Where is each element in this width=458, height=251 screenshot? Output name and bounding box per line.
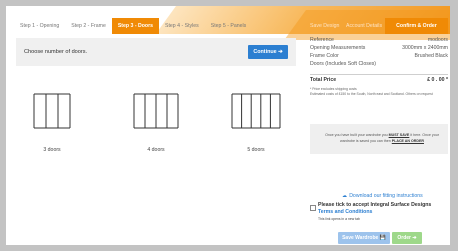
four-door-wardrobe-icon bbox=[133, 93, 179, 129]
summary-row-total-price: Total Price £ 0 . 00 * bbox=[310, 76, 448, 84]
summary-divider bbox=[310, 74, 448, 75]
order-button[interactable]: Order ➔ bbox=[392, 232, 422, 244]
must-save-emphasis: MUST SAVE bbox=[388, 133, 410, 137]
download-instructions-link[interactable]: ☁ Download our fitting instructions bbox=[342, 193, 423, 199]
shipping-estimate-note: Estimated costs of £150 to the South, No… bbox=[310, 92, 433, 96]
door-option-label: 5 doors bbox=[247, 147, 265, 153]
step-tab-doors[interactable]: Step 3 - Doors bbox=[111, 18, 160, 34]
door-option-4[interactable]: 4 doors bbox=[124, 92, 188, 164]
page-frame: Step 1 - Opening Step 2 - Frame Step 3 -… bbox=[6, 6, 450, 245]
summary-label: Frame Color bbox=[310, 53, 339, 59]
summary-value: 3000mm x 2400mm bbox=[402, 45, 448, 51]
choose-doors-bar: Choose number of doors. Continue ➔ bbox=[16, 38, 296, 66]
door-option-3[interactable]: 3 doors bbox=[20, 92, 84, 164]
door-option-label: 3 doors bbox=[43, 147, 61, 153]
step-tab-save-design[interactable]: Save Design bbox=[310, 18, 339, 34]
five-door-wardrobe-icon bbox=[231, 93, 281, 129]
door-option-5[interactable]: 5 doors bbox=[224, 92, 288, 164]
summary-row-reference: Reference modoors bbox=[310, 36, 448, 44]
summary-row-frame-color: Frame Color Brushed Black bbox=[310, 52, 448, 60]
summary-label: Reference bbox=[310, 37, 334, 43]
new-tab-note: This link opens in a new tab bbox=[318, 217, 360, 221]
summary-label: Doors (Includes Soft Closes) bbox=[310, 61, 377, 67]
save-reminder-box: Once you have built your wardrobe you MU… bbox=[310, 124, 448, 154]
step-tab-frame[interactable]: Step 2 - Frame bbox=[65, 18, 112, 34]
download-instructions-label: Download our fitting instructions bbox=[349, 193, 423, 199]
step-navigation: Step 1 - Opening Step 2 - Frame Step 3 -… bbox=[14, 18, 252, 34]
save-reminder-text: Once you have built your wardrobe you MU… bbox=[322, 132, 442, 144]
summary-row-measurements: Opening Measurements 3000mm x 2400mm bbox=[310, 44, 448, 52]
terms-checkbox[interactable] bbox=[310, 205, 316, 211]
step-tab-opening[interactable]: Step 1 - Opening bbox=[14, 18, 65, 34]
save-reminder-part: Once you have built your wardrobe you bbox=[325, 133, 389, 137]
continue-button[interactable]: Continue ➔ bbox=[248, 45, 288, 59]
place-order-emphasis: PLACE AN ORDER bbox=[391, 139, 424, 143]
terms-and-conditions-link[interactable]: Terms and Conditions bbox=[318, 209, 372, 216]
step-tab-confirm-order[interactable]: Confirm & Order bbox=[385, 18, 448, 34]
three-door-wardrobe-icon bbox=[33, 93, 71, 129]
cloud-download-icon: ☁ bbox=[342, 193, 348, 199]
door-option-label: 4 doors bbox=[147, 147, 165, 153]
step-tab-panels[interactable]: Step 5 - Panels bbox=[205, 18, 252, 34]
step-tab-account-details[interactable]: Account Details bbox=[346, 18, 382, 34]
terms-accept-text: Please tick to accept Integral Surface D… bbox=[318, 202, 432, 208]
summary-row-doors: Doors (Includes Soft Closes) bbox=[310, 60, 448, 68]
total-price-value: £ 0 . 00 * bbox=[427, 77, 448, 83]
choose-doors-prompt: Choose number of doors. bbox=[24, 49, 88, 55]
total-price-label: Total Price bbox=[310, 77, 337, 83]
save-wardrobe-button[interactable]: Save Wardrobe 💾 bbox=[338, 232, 390, 244]
summary-label: Opening Measurements bbox=[310, 45, 366, 51]
step-tab-styles[interactable]: Step 4 - Styles bbox=[159, 18, 205, 34]
summary-value: modoors bbox=[427, 37, 448, 43]
summary-value: Brushed Black bbox=[414, 53, 448, 59]
